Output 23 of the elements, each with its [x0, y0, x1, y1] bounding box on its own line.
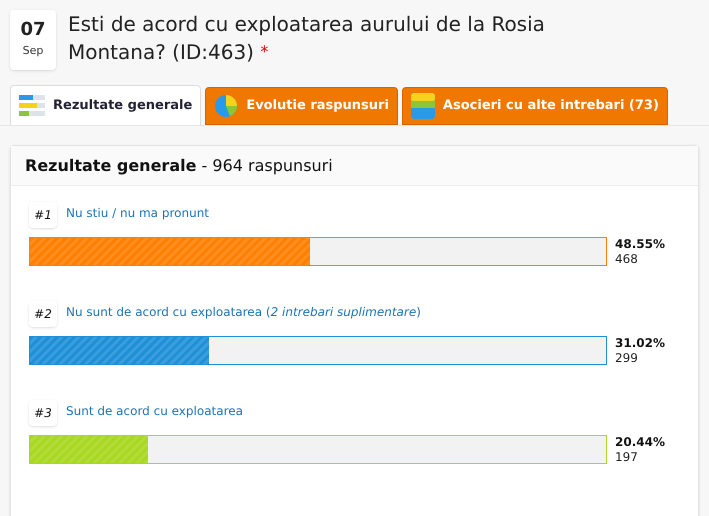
answer-label: Nu stiu / nu ma pronunt: [66, 205, 209, 222]
answer-label: Sunt de acord cu exploatarea: [66, 403, 244, 420]
stacked-layers-icon: [410, 93, 435, 119]
tab[interactable]: Evolutie raspunsuri: [205, 87, 398, 125]
rank-badge: #3: [29, 400, 57, 426]
link[interactable]: 2 intrebari suplimentare: [270, 305, 416, 319]
percent-value: 48.55%: [615, 237, 665, 252]
question-title: Esti de acord cu exploatarea aurului de la Rosia Montana? (ID:463) *: [68, 11, 546, 66]
count-value: 197: [615, 450, 639, 465]
date-day: 07: [20, 20, 46, 39]
panel-title: Rezultate generale - 964 raspunsuri: [25, 154, 333, 176]
rank-badge: #1: [29, 202, 57, 228]
date-month: Sep: [22, 42, 44, 59]
rank-badge: #2: [29, 301, 57, 327]
tab[interactable]: Rezultate generale: [10, 85, 202, 125]
percent-value: 31.02%: [615, 336, 665, 351]
count-value: 468: [615, 252, 639, 267]
percent-value: 20.44%: [615, 435, 665, 450]
pie-chart-icon: [214, 94, 238, 118]
tab[interactable]: Asocieri cu alte intrebari (73): [402, 87, 668, 125]
bar-list-icon: [19, 94, 45, 118]
answer-label: Nu sunt de acord cu exploatarea (2 intrebari suplimentare): [66, 304, 421, 321]
count-value: 299: [615, 351, 639, 366]
